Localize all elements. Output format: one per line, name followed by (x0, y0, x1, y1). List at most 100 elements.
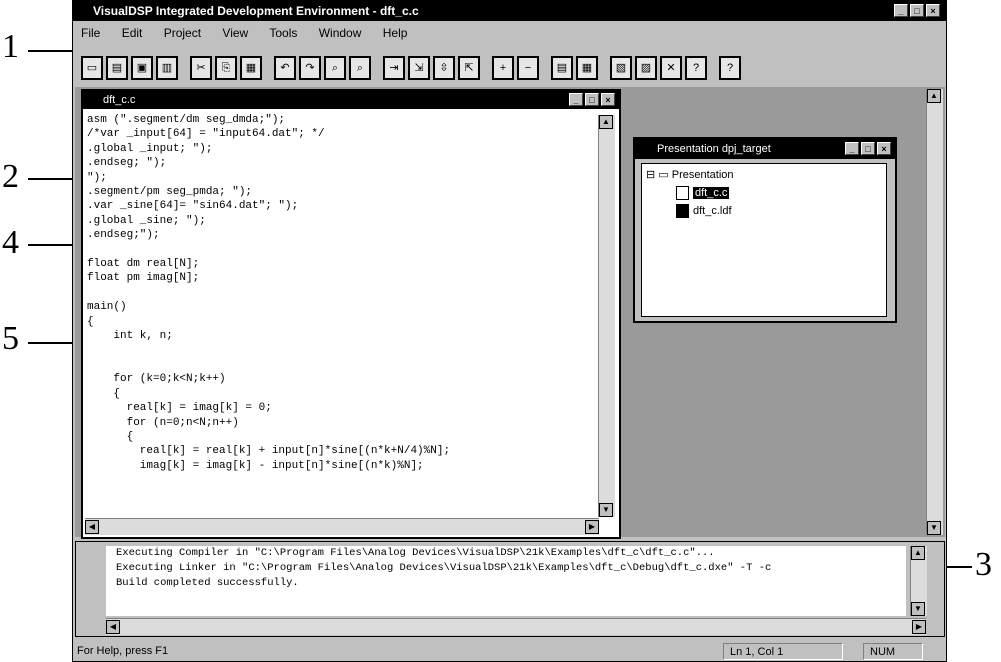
code-line: int k, n; (87, 330, 173, 343)
scroll-left-icon[interactable]: ◀ (106, 620, 120, 634)
compile-icon[interactable]: ▧ (610, 56, 632, 80)
undo-icon[interactable]: ↶ (274, 56, 296, 80)
halt-icon[interactable]: ✕ (660, 56, 682, 80)
debug-icon[interactable]: ▨ (635, 56, 657, 80)
tree-root[interactable]: ⊟ ▭ Presentation (646, 168, 734, 181)
scroll-up-icon[interactable]: ▲ (599, 115, 613, 129)
minimize-button[interactable]: _ (894, 4, 908, 17)
context-help-icon[interactable]: ? (719, 56, 741, 80)
editor-vertical-scrollbar[interactable]: ▲ ▼ (598, 115, 615, 517)
menu-view[interactable]: View (222, 26, 248, 40)
window-title: VisualDSP Integrated Development Environ… (93, 4, 419, 18)
cut-icon[interactable]: ✂ (190, 56, 212, 80)
tree-file-label: dft_c.ldf (693, 204, 732, 217)
output-window: Executing Compiler in "C:\Program Files\… (75, 541, 945, 637)
tree-file-item[interactable]: dft_c.ldf (676, 204, 732, 218)
code-line: .endseg; "); (87, 157, 167, 170)
remove-breakpoint-icon[interactable]: − (517, 56, 539, 80)
open-icon[interactable]: ▤ (106, 56, 128, 80)
window-titlebar[interactable]: VisualDSP Integrated Development Environ… (73, 1, 946, 21)
new-file-icon[interactable]: ▭ (81, 56, 103, 80)
project-titlebar[interactable]: Presentation dpj_target _ □ × (635, 139, 895, 159)
menu-tools[interactable]: Tools (269, 26, 297, 40)
code-line: asm (".segment/dm seg_dmda;"); (87, 114, 286, 126)
editor-title: dft_c.c (103, 94, 136, 106)
save-all-icon[interactable]: ▥ (156, 56, 178, 80)
rebuild-icon[interactable]: ▦ (576, 56, 598, 80)
project-tree: ⊟ ▭ Presentation dft_c.c dft_c.ldf (641, 163, 887, 317)
editor-titlebar[interactable]: dft_c.c _ □ × (83, 91, 619, 109)
ide-window: VisualDSP Integrated Development Environ… (72, 0, 947, 662)
build-icon[interactable]: ▤ (551, 56, 573, 80)
scroll-up-icon[interactable]: ▲ (927, 89, 941, 103)
project-minimize-button[interactable]: _ (845, 142, 859, 155)
paste-icon[interactable]: ▦ (240, 56, 262, 80)
code-line: { (87, 387, 121, 400)
find-next-icon[interactable]: ⌕ (349, 56, 371, 80)
scroll-down-icon[interactable]: ▼ (927, 521, 941, 535)
output-vertical-scrollbar[interactable]: ▲ ▼ (910, 546, 927, 616)
project-title: Presentation dpj_target (657, 143, 771, 155)
code-line: /*var _input[64] = "input64.dat"; */ (87, 128, 325, 141)
code-line: .endseg;"); (87, 229, 160, 242)
editor-horizontal-scrollbar[interactable]: ◀ ▶ (85, 518, 599, 535)
scroll-right-icon[interactable]: ▶ (912, 620, 926, 634)
find-icon[interactable]: ⌕ (324, 56, 346, 80)
step-out-icon[interactable]: ⇱ (458, 56, 480, 80)
code-line: imag[k] = imag[k] - input[n]*sine[(n*k)%… (87, 459, 424, 472)
tree-root-label: Presentation (671, 169, 734, 181)
menu-project[interactable]: Project (164, 26, 201, 40)
scroll-down-icon[interactable]: ▼ (599, 503, 613, 517)
editor-close-button[interactable]: × (601, 93, 615, 106)
output-horizontal-scrollbar[interactable]: ◀ ▶ (106, 618, 926, 635)
code-line: "); (87, 171, 107, 184)
tree-file-item[interactable]: dft_c.c (676, 186, 730, 200)
callout-3: 3 (975, 546, 992, 583)
scroll-up-icon[interactable]: ▲ (911, 546, 925, 560)
code-line: float dm real[N]; (87, 258, 200, 271)
callout-2: 2 (2, 158, 19, 195)
maximize-button[interactable]: □ (910, 4, 924, 17)
breakpoint-icon[interactable]: + (492, 56, 514, 80)
code-line: .var _sine[64]= "sin64.dat"; "); (87, 200, 299, 213)
project-maximize-button[interactable]: □ (861, 142, 875, 155)
editor-window: dft_c.c _ □ × asm (".segment/dm seg_dmda… (81, 89, 621, 539)
step-into-icon[interactable]: ⇲ (408, 56, 430, 80)
scroll-right-icon[interactable]: ▶ (585, 520, 599, 534)
code-line: { (87, 315, 94, 328)
code-line: .segment/pm seg_pmda; "); (87, 186, 253, 199)
copy-icon[interactable]: ⎘ (215, 56, 237, 80)
status-num: NUM (863, 643, 923, 660)
mdi-vertical-scrollbar[interactable]: ▲ ▼ (926, 89, 943, 535)
help-icon[interactable]: ? (685, 56, 707, 80)
redo-icon[interactable]: ↷ (299, 56, 321, 80)
close-button[interactable]: × (926, 4, 940, 17)
run-icon[interactable]: ⇥ (383, 56, 405, 80)
scroll-down-icon[interactable]: ▼ (911, 602, 925, 616)
code-line: float pm imag[N]; (87, 272, 200, 285)
source-file-icon (676, 186, 689, 200)
output-line: Executing Compiler in "C:\Program Files\… (116, 547, 715, 559)
editor-maximize-button[interactable]: □ (585, 93, 599, 106)
menu-help[interactable]: Help (383, 26, 408, 40)
code-line: .global _sine; "); (87, 214, 206, 227)
project-window: Presentation dpj_target _ □ × ⊟ ▭ Presen… (633, 137, 897, 323)
callout-4: 4 (2, 224, 19, 261)
menu-window[interactable]: Window (319, 26, 362, 40)
scroll-left-icon[interactable]: ◀ (85, 520, 99, 534)
menu-bar: File Edit Project View Tools Window Help (73, 23, 946, 43)
code-line: .global _input; "); (87, 142, 213, 155)
save-icon[interactable]: ▣ (131, 56, 153, 80)
step-over-icon[interactable]: ⇳ (433, 56, 455, 80)
project-close-button[interactable]: × (877, 142, 891, 155)
editor-minimize-button[interactable]: _ (569, 93, 583, 106)
menu-file[interactable]: File (81, 26, 100, 40)
code-editor[interactable]: asm (".segment/dm seg_dmda;"); /*var _inp… (87, 113, 597, 533)
menu-edit[interactable]: Edit (122, 26, 143, 40)
output-log[interactable]: Executing Compiler in "C:\Program Files\… (106, 546, 906, 616)
code-line: for (k=0;k<N;k++) (87, 373, 226, 386)
